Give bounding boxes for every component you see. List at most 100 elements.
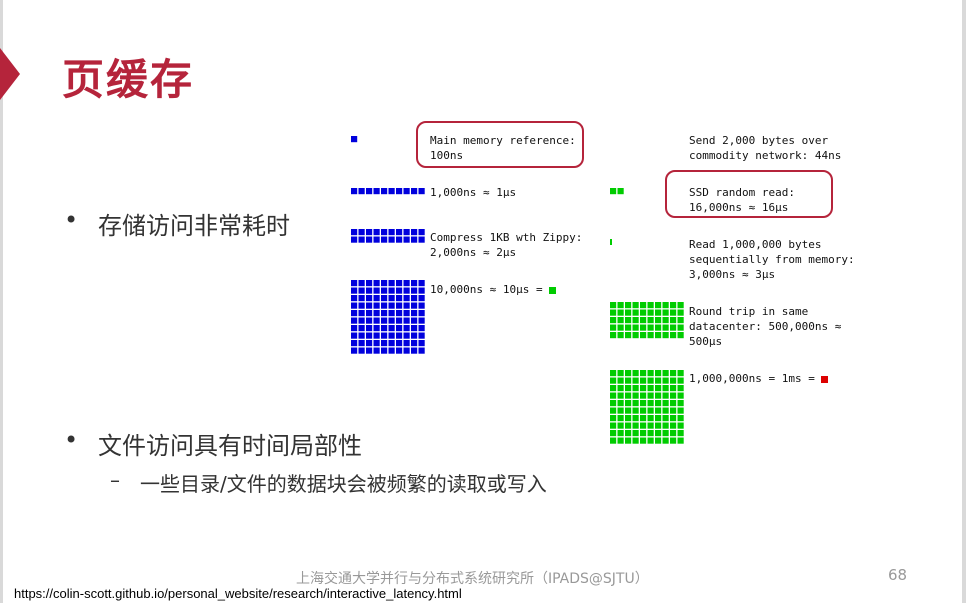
blue-latency-square <box>381 340 388 347</box>
blue-latency-square <box>366 325 373 332</box>
blue-latency-square <box>366 332 373 339</box>
green-latency-square <box>625 332 632 339</box>
blue-latency-square <box>403 188 410 195</box>
blue-latency-square <box>403 295 410 302</box>
green-latency-square <box>625 317 632 324</box>
green-latency-square <box>625 392 632 399</box>
green-latency-square <box>677 422 684 429</box>
blue-latency-square <box>381 347 388 354</box>
green-latency-square <box>610 239 612 245</box>
green-latency-square <box>640 407 647 414</box>
green-latency-square <box>625 370 632 377</box>
green-latency-square <box>647 392 654 399</box>
green-unit-square-icon <box>549 286 557 294</box>
green-latency-square <box>610 407 617 414</box>
blue-latency-square <box>396 229 403 236</box>
latency-label-zippy: Compress 1KB wth Zippy: 2,000ns ≈ 2μs <box>430 231 583 259</box>
green-latency-square <box>640 415 647 422</box>
blue-latency-square <box>351 188 358 195</box>
blue-latency-square <box>358 229 365 236</box>
green-latency-square <box>662 392 669 399</box>
green-latency-square <box>617 188 624 195</box>
blue-latency-square <box>411 236 418 243</box>
blue-latency-square <box>366 229 373 236</box>
green-latency-square <box>647 324 654 331</box>
blue-latency-square <box>351 347 358 354</box>
blue-latency-square <box>358 310 365 317</box>
green-latency-square <box>677 430 684 437</box>
green-latency-square <box>610 302 617 309</box>
green-latency-square <box>617 415 624 422</box>
blue-latency-square <box>351 310 358 317</box>
blue-latency-square <box>358 317 365 324</box>
blue-latency-square <box>411 332 418 339</box>
blue-latency-square <box>388 287 395 294</box>
page-number: 68 <box>888 566 908 584</box>
blue-latency-square <box>358 332 365 339</box>
blue-latency-square <box>418 310 425 317</box>
green-latency-square <box>655 385 662 392</box>
blue-latency-square <box>358 325 365 332</box>
blue-latency-square <box>396 340 403 347</box>
green-latency-square <box>632 302 639 309</box>
green-latency-square <box>662 422 669 429</box>
green-latency-square <box>610 430 617 437</box>
green-latency-square <box>640 377 647 384</box>
green-latency-square <box>632 309 639 316</box>
green-latency-square <box>670 430 677 437</box>
blue-latency-square <box>411 325 418 332</box>
blue-latency-square <box>418 325 425 332</box>
green-latency-square <box>647 302 654 309</box>
green-latency-square <box>670 302 677 309</box>
green-latency-square <box>662 332 669 339</box>
green-latency-square <box>625 415 632 422</box>
blue-latency-square <box>388 188 395 195</box>
green-latency-square <box>632 437 639 444</box>
latency-label-datacenter: Round trip in same datacenter: 500,000ns… <box>689 305 842 348</box>
blue-latency-square <box>358 295 365 302</box>
green-latency-square <box>670 324 677 331</box>
green-grids <box>610 188 684 444</box>
blue-latency-square <box>381 325 388 332</box>
source-url-link[interactable]: https://colin-scott.github.io/personal_w… <box>14 586 462 601</box>
green-latency-square <box>677 317 684 324</box>
green-latency-square <box>647 317 654 324</box>
green-latency-square <box>647 430 654 437</box>
green-latency-square <box>617 385 624 392</box>
green-latency-square <box>677 392 684 399</box>
blue-latency-square <box>366 280 373 287</box>
blue-latency-square <box>403 340 410 347</box>
blue-latency-square <box>403 325 410 332</box>
green-latency-square <box>647 332 654 339</box>
latency-label-10us-text: 10,000ns ≈ 10μs = <box>430 283 550 296</box>
green-latency-square <box>640 324 647 331</box>
blue-latency-square <box>403 332 410 339</box>
blue-latency-square <box>381 229 388 236</box>
green-latency-square <box>610 415 617 422</box>
green-latency-square <box>655 437 662 444</box>
blue-latency-square <box>351 229 358 236</box>
green-latency-square <box>670 415 677 422</box>
green-latency-square <box>632 407 639 414</box>
green-latency-square <box>647 385 654 392</box>
blue-latency-square <box>366 188 373 195</box>
blue-latency-square <box>381 295 388 302</box>
green-latency-square <box>640 370 647 377</box>
blue-latency-square <box>373 287 380 294</box>
green-latency-square <box>670 437 677 444</box>
latency-label-10us: 10,000ns ≈ 10μs = <box>430 282 557 297</box>
green-latency-square <box>610 385 617 392</box>
green-latency-square <box>670 377 677 384</box>
latency-label-network: Send 2,000 bytes over commodity network:… <box>689 134 842 162</box>
blue-latency-square <box>373 295 380 302</box>
green-latency-square <box>625 302 632 309</box>
blue-latency-square <box>411 347 418 354</box>
latency-label-memory-seq: Read 1,000,000 bytes sequentially from m… <box>689 238 855 281</box>
green-latency-square <box>625 309 632 316</box>
latency-label-1ms-text: 1,000,000ns = 1ms = <box>689 372 822 385</box>
blue-latency-square <box>366 310 373 317</box>
green-latency-square <box>677 332 684 339</box>
blue-latency-square <box>351 295 358 302</box>
green-latency-square <box>632 324 639 331</box>
green-latency-square <box>640 437 647 444</box>
